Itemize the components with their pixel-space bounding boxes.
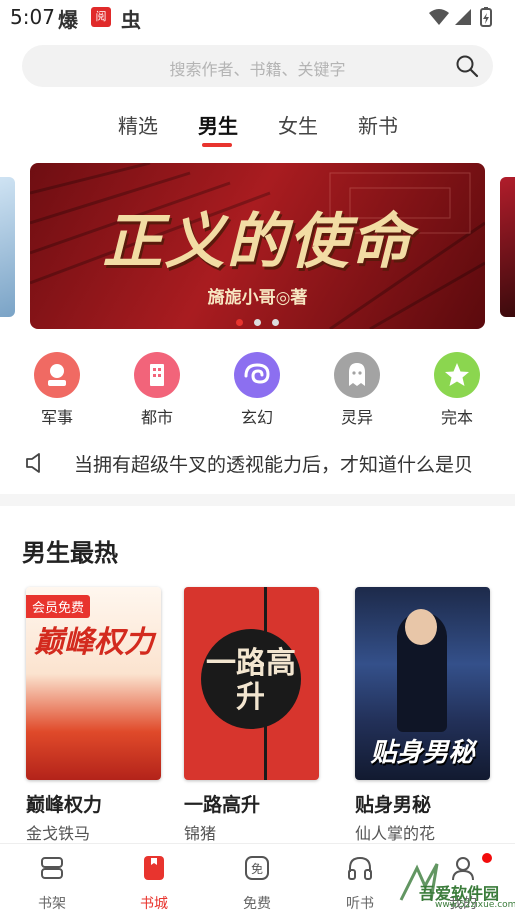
promo-banner[interactable]: 正义的使命 旖旎小哥◎著 [30,163,485,329]
category-label: 完本 [440,408,473,427]
section-divider [0,494,515,506]
status-notification-icon: 爆 [58,8,78,32]
nav-audiobook[interactable]: 听书 [325,854,395,913]
book-card[interactable]: 一路高升 一路高升 锦猪 [184,587,319,844]
cover-stripe [264,587,267,780]
ghost-icon [334,352,380,398]
channel-tabs: 精选 男生 女生 新书 [0,105,515,147]
book-author: 锦猪 [184,824,217,843]
banner-dot [272,319,280,326]
section-title: 男生最热 [22,539,118,567]
search-bar[interactable]: 搜索作者、书籍、关键字 [22,45,493,87]
banner-title: 正义的使命 [102,207,413,277]
star-icon [434,352,480,398]
book-author: 金戈铁马 [26,824,91,843]
book-cover[interactable]: 贴身男秘 [355,587,490,780]
book-title: 贴身男秘 [355,794,432,816]
status-time: 5:07 [10,5,55,29]
category-label: 灵异 [340,408,373,427]
nav-label: 免费 [243,896,271,912]
speaker-icon [26,453,40,473]
signal-battery-icon [429,7,492,27]
nav-bookshelf[interactable]: 书架 [17,854,87,913]
svg-text:免: 免 [251,861,263,876]
book-list: 巅峰权力 会员免费 巅峰权力 金戈铁马 一路高升 一路高升 锦猪 贴身男秘 贴身… [0,587,515,844]
book-title: 一路高升 [184,794,261,816]
category-supernatural[interactable]: 灵异 [322,352,392,428]
book-author: 仙人掌的花 [355,824,436,843]
book-title: 巅峰权力 [26,794,103,816]
notice-bar[interactable]: 当拥有超级牛叉的透视能力后，才知道什么是贝 [22,446,492,480]
tab-featured[interactable]: 精选 [118,110,158,139]
banner-dot [235,319,243,326]
cover-title: 贴身男秘 [370,738,475,768]
watermark-url: www.52zixue.com [435,900,515,910]
medal-icon [34,352,80,398]
watermark: 吾爱软件园 www.52zixue.com [391,856,515,911]
category-label: 军事 [40,408,73,427]
book-cover[interactable]: 巅峰权力 会员免费 [26,587,161,780]
free-icon: 免 [245,856,269,880]
category-military[interactable]: 军事 [22,352,92,428]
notice-text: 当拥有超级牛叉的透视能力后，才知道什么是贝 [74,454,474,476]
category-row: 军事 都市 玄幻 灵异 完本 [0,352,515,432]
tab-female[interactable]: 女生 [278,110,318,139]
category-completed[interactable]: 完本 [422,352,492,428]
nav-label: 书架 [38,896,66,912]
book-card[interactable]: 贴身男秘 贴身男秘 仙人掌的花 [355,587,490,844]
banner-next-peek[interactable] [500,177,515,317]
search-icon[interactable] [455,54,479,78]
banner-prev-peek[interactable] [0,177,15,317]
bookstore-icon [144,856,164,880]
category-label: 玄幻 [240,408,273,427]
category-label: 都市 [140,408,173,427]
category-fantasy[interactable]: 玄幻 [222,352,292,428]
tab-new-books[interactable]: 新书 [358,110,398,139]
search-placeholder: 搜索作者、书籍、关键字 [169,60,346,79]
swirl-icon [234,352,280,398]
tab-active-indicator [202,143,232,147]
nav-bookstore[interactable]: 书城 [119,854,189,913]
nav-label: 书城 [140,896,168,912]
status-bar: 5:07 爆 阅 虫 [0,0,515,34]
banner-subtitle: 旖旎小哥◎著 [207,288,308,308]
tab-male[interactable]: 男生 [198,110,238,139]
status-bug-icon: 虫 [121,8,141,32]
vip-free-badge: 会员免费 [26,595,91,618]
cover-title: 一路高升 [206,646,296,715]
building-icon [134,352,180,398]
nav-free[interactable]: 免 免费 [222,854,292,913]
status-app-icon: 阅 [91,7,111,27]
banner-dot [254,319,261,326]
nav-label: 听书 [346,896,374,912]
bookshelf-icon [41,857,63,879]
book-card[interactable]: 巅峰权力 会员免费 巅峰权力 金戈铁马 [26,587,161,844]
cover-title: 巅峰权力 [34,625,154,660]
cover-face [405,609,437,645]
book-cover[interactable]: 一路高升 [184,587,319,780]
headphones-icon [348,856,372,880]
category-urban[interactable]: 都市 [122,352,192,428]
banner-pagination [30,311,485,329]
